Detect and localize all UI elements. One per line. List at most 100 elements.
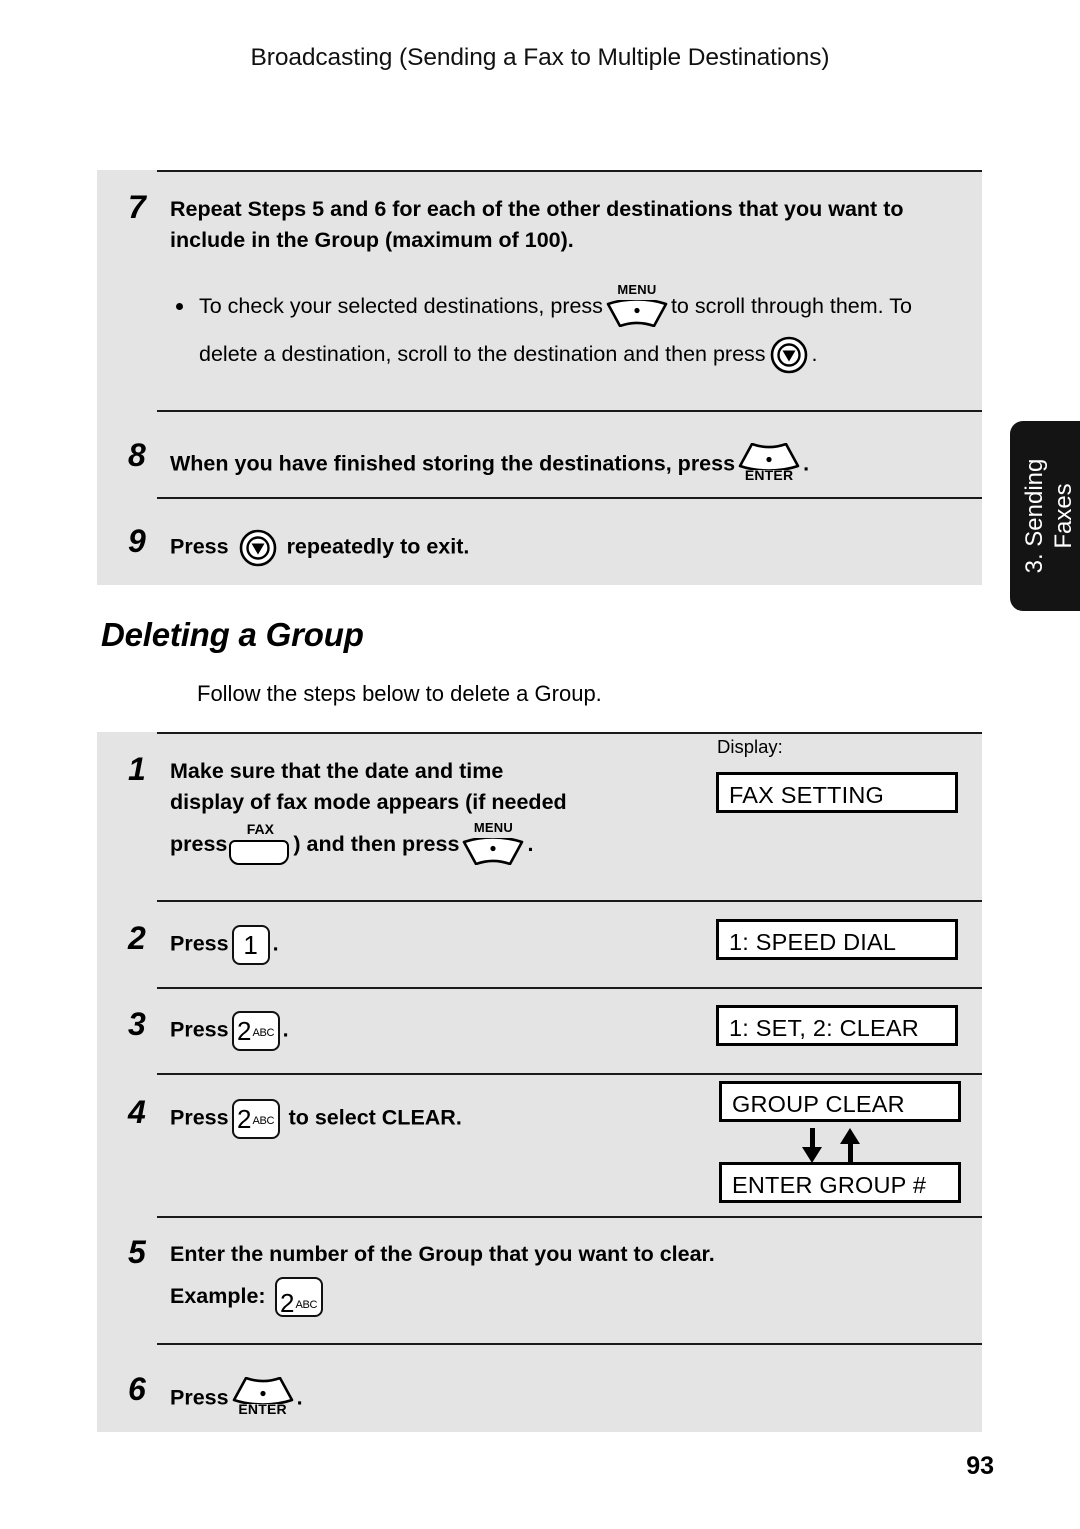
fax-key-cap-icon: [229, 840, 290, 866]
step-1-line-3-c: .: [527, 832, 534, 856]
chapter-side-tab: 3. Sending Faxes: [1010, 421, 1080, 611]
step-5-text: Enter the number of the Group that you w…: [170, 1239, 930, 1322]
enter-key[interactable]: ENTER: [232, 1377, 294, 1421]
step-number-4: 4: [128, 1094, 146, 1130]
divider-rule: [157, 987, 982, 989]
step-1-line-3-a: press: [170, 832, 228, 856]
step-6-text-before: Press: [170, 1385, 229, 1410]
menu-key-cap-icon: [606, 300, 668, 328]
step-7-line-1: Repeat Steps 5 and 6 for each of the oth…: [170, 197, 904, 221]
step-3-text-after: .: [282, 1017, 289, 1042]
step-1-text: Make sure that the date and time display…: [170, 756, 690, 870]
display-label: Display:: [717, 736, 783, 757]
page-title: Deleting a Group: [101, 616, 364, 653]
step-8-text: When you have finished storing the desti…: [170, 443, 970, 487]
bullet-marker: [176, 303, 183, 310]
divider-rule: [157, 1216, 982, 1218]
step-number-9: 9: [128, 523, 146, 559]
step-4-text: Press 2ABC to select CLEAR.: [170, 1099, 670, 1139]
step-2-text-after: .: [272, 931, 279, 956]
step-1-line-3-b: ) and then press: [293, 832, 460, 856]
chapter-side-tab-line-1: 3. Sending: [1021, 458, 1048, 574]
enter-key-label: ENTER: [744, 467, 794, 483]
display-fax-setting: FAX SETTING: [716, 772, 958, 813]
display-group-clear: GROUP CLEAR: [719, 1081, 961, 1122]
stop-key[interactable]: [239, 529, 277, 567]
bullet-text-part-4: .: [811, 342, 818, 366]
chapter-side-tab-text: 3. Sending Faxes: [1020, 459, 1078, 574]
running-header: Broadcasting (Sending a Fax to Multiple …: [250, 44, 830, 71]
divider-rule: [157, 732, 982, 734]
keypad-key-2-sublabel: ABC: [252, 1027, 275, 1039]
step-number-2: 2: [128, 920, 146, 956]
keypad-key-2-digit: 2: [237, 1104, 252, 1134]
step-number-3: 3: [128, 1006, 146, 1042]
menu-key[interactable]: MENU: [462, 821, 524, 866]
step-8-line-1: When you have finished storing the desti…: [170, 443, 970, 487]
keypad-key-2[interactable]: 2ABC: [274, 1277, 323, 1319]
keypad-key-2-digit: 2: [280, 1288, 295, 1319]
step-number-5: 5: [128, 1234, 146, 1270]
step-9-text-after: repeatedly to exit.: [286, 534, 470, 559]
step-2-text: Press 1.: [170, 925, 670, 965]
enter-key-label: ENTER: [238, 1401, 287, 1417]
step-7-line-2: include in the Group (maximum of 100).: [170, 228, 574, 252]
chapter-side-tab-line-2: Faxes: [1050, 483, 1077, 549]
keypad-key-2[interactable]: 2ABC: [231, 1099, 280, 1139]
enter-key-cap-icon: [232, 1377, 293, 1404]
display-speed-dial: 1: SPEED DIAL: [716, 919, 958, 960]
bullet-line-2: delete a destination, scroll to the dest…: [199, 330, 979, 378]
fax-key-label: FAX: [246, 821, 274, 838]
step-3-line-1: Press 2ABC.: [170, 1011, 670, 1051]
step-4-line-1: Press 2ABC to select CLEAR.: [170, 1099, 670, 1139]
bullet-text-part-1: To check your selected destinations, pre…: [199, 294, 603, 318]
step-5-line-2: Example: 2ABC: [170, 1270, 930, 1322]
step-number-7: 7: [128, 189, 146, 225]
divider-rule: [157, 900, 982, 902]
bullet-line-1: To check your selected destinations, pre…: [199, 282, 979, 330]
display-set-clear: 1: SET, 2: CLEAR: [716, 1005, 958, 1046]
keypad-key-1[interactable]: 1: [231, 925, 270, 965]
divider-rule: [157, 410, 982, 412]
step-5-example-label: Example:: [170, 1284, 266, 1308]
enter-key[interactable]: ENTER: [738, 443, 800, 487]
step-1-line-2: display of fax mode appears (if needed: [170, 790, 567, 814]
step-1-line-1: Make sure that the date and time: [170, 759, 504, 783]
bullet-text-part-2: to scroll through them. To: [670, 294, 912, 318]
keypad-key-2-digit: 2: [237, 1016, 252, 1046]
menu-key-cap-icon: [463, 838, 524, 866]
section-intro-text: Follow the steps below to delete a Group…: [197, 681, 602, 706]
divider-rule: [157, 170, 982, 172]
step-3-text-before: Press: [170, 1017, 229, 1042]
keypad-key-1-digit: 1: [243, 930, 258, 960]
step-7-bullet-text: To check your selected destinations, pre…: [199, 282, 979, 378]
step-2-line-1: Press 1.: [170, 925, 670, 965]
step-8-tail: .: [803, 451, 810, 476]
step-4-text-before: Press: [170, 1105, 229, 1130]
enter-key-cap-icon: [738, 443, 800, 470]
step-2-text-before: Press: [170, 931, 229, 956]
divider-rule: [157, 1073, 982, 1075]
step-6-text-after: .: [296, 1385, 303, 1410]
stop-key[interactable]: [770, 336, 808, 374]
step-7-text: Repeat Steps 5 and 6 for each of the oth…: [170, 194, 970, 256]
step-number-6: 6: [128, 1371, 146, 1407]
step-9-line-1: Press repeatedly to exit.: [170, 529, 970, 567]
step-5-line-1: Enter the number of the Group that you w…: [170, 1242, 715, 1266]
menu-key-label: MENU: [617, 282, 657, 298]
fax-key[interactable]: FAX: [229, 821, 291, 866]
keypad-key-2-sublabel: ABC: [252, 1115, 275, 1127]
step-8-text-before: When you have finished storing the desti…: [170, 451, 736, 476]
step-9-text-before: Press: [170, 534, 229, 559]
keypad-key-2-sublabel: ABC: [295, 1299, 318, 1312]
menu-key[interactable]: MENU: [606, 283, 668, 328]
page-number: 93: [966, 1452, 994, 1480]
stop-key-icon: [239, 529, 276, 567]
step-6-text: Press ENTER.: [170, 1377, 670, 1421]
step-number-1: 1: [128, 751, 146, 787]
keypad-key-2[interactable]: 2ABC: [231, 1011, 280, 1051]
menu-key-label: MENU: [473, 820, 513, 836]
stop-key-icon: [770, 337, 807, 374]
bullet-text-part-3: delete a destination, scroll to the dest…: [199, 342, 766, 366]
step-1-line-3: press FAX ) and then press MENU.: [170, 818, 690, 870]
